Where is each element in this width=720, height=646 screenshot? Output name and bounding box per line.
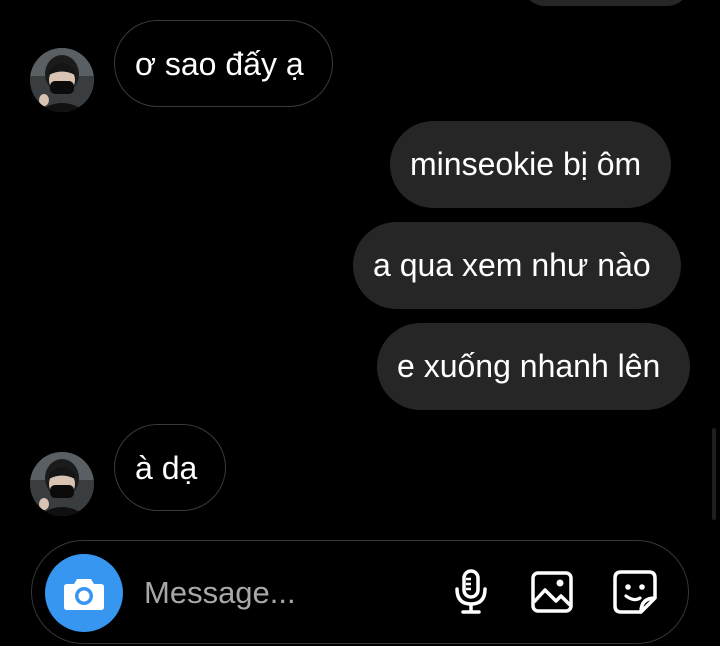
sender-avatar[interactable] — [30, 48, 94, 112]
message-input[interactable] — [144, 571, 434, 615]
message-text: a qua xem như nào — [373, 247, 651, 283]
camera-icon — [64, 579, 104, 610]
camera-button[interactable] — [45, 554, 123, 632]
image-gallery-icon — [531, 571, 573, 613]
outgoing-message-bubble[interactable]: minseokie bị ôm — [390, 121, 672, 208]
avatar-image — [30, 452, 94, 516]
sticker-button[interactable] — [612, 568, 658, 616]
message-text: à dạ — [135, 450, 198, 486]
scrollbar[interactable] — [712, 428, 716, 520]
outgoing-message-bubble[interactable]: e xuống nhanh lên — [377, 323, 691, 410]
voice-message-button[interactable] — [448, 568, 494, 616]
outgoing-message-bubble[interactable]: a qua xem như nào — [353, 222, 681, 309]
message-text: e xuống nhanh lên — [397, 348, 661, 384]
direct-message-thread: ơ sao đấy ạ minseokie bị ôm a qua xem nh… — [0, 0, 720, 646]
message-text: ơ sao đấy ạ — [135, 46, 304, 82]
incoming-message-bubble[interactable]: ơ sao đấy ạ — [114, 20, 333, 107]
incoming-message-bubble[interactable]: à dạ — [114, 424, 227, 511]
previous-message-bubble-partial[interactable] — [522, 0, 690, 6]
sticker-icon — [613, 570, 657, 614]
avatar-image — [30, 48, 94, 112]
message-text: minseokie bị ôm — [410, 146, 642, 182]
gallery-button[interactable] — [529, 568, 575, 616]
sender-avatar[interactable] — [30, 452, 94, 516]
message-composer — [31, 540, 689, 644]
microphone-icon — [455, 569, 487, 614]
